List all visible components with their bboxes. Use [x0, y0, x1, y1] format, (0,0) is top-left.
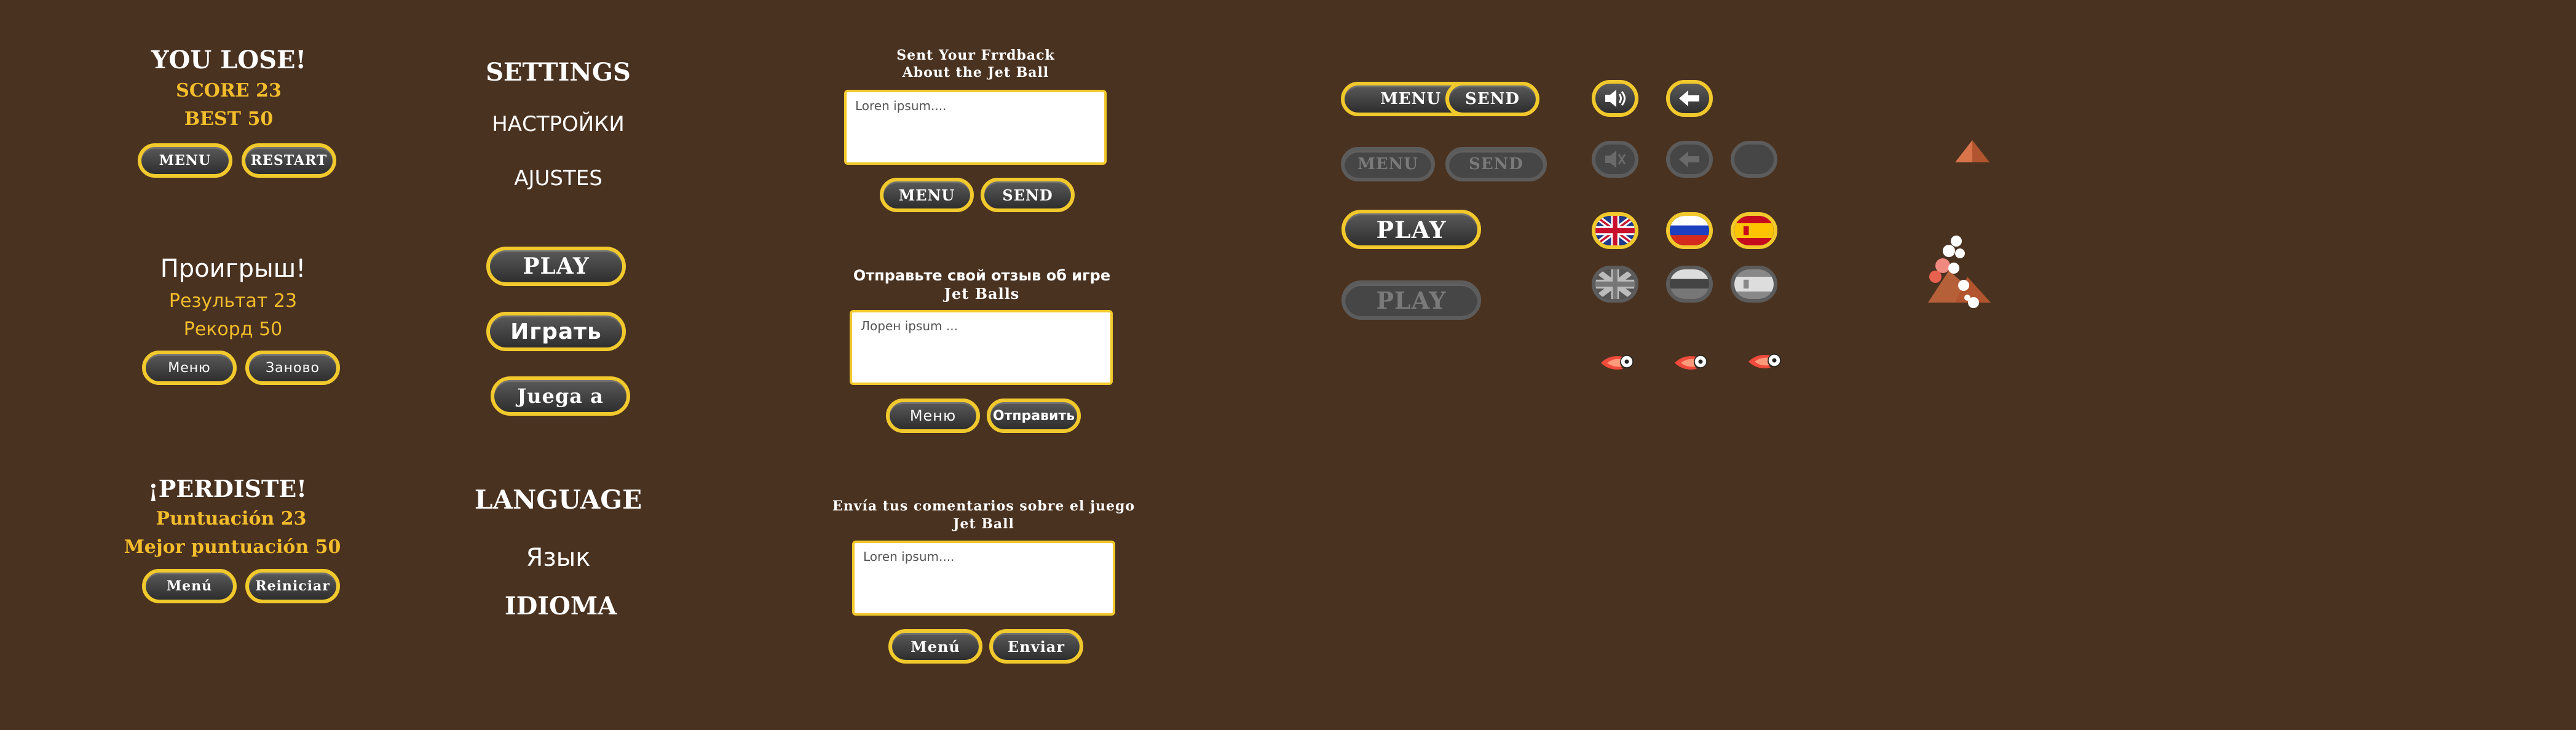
- send-button[interactable]: SEND: [1445, 82, 1539, 116]
- menu-button-disabled: MENU: [1341, 147, 1435, 181]
- feedback-title-line1: Sent Your Frrdback: [896, 47, 1055, 63]
- play-button-disabled: PLAY: [1341, 280, 1481, 320]
- settings-title-es: AJUSTES: [514, 166, 603, 191]
- flaming-soccer-ball-icon: [1601, 355, 1634, 370]
- lose-title: YOU LOSE!: [151, 46, 307, 74]
- feedback-title-line1: Отправьте свой отзыв об игре: [853, 267, 1111, 284]
- triangle-marker-icon: [1955, 140, 1989, 162]
- feedback-textarea[interactable]: Лорен ipsum ...: [850, 310, 1113, 385]
- play-button-ru[interactable]: Играть: [486, 312, 626, 351]
- language-title-ru: Язык: [526, 544, 591, 572]
- menu-button[interactable]: Menú: [888, 629, 982, 664]
- spain-flag-icon: [1734, 216, 1774, 245]
- language-title-en: LANGUAGE: [474, 485, 642, 515]
- lose-title: Проигрыш!: [160, 255, 306, 283]
- lang-en-button-disabled: [1592, 266, 1638, 303]
- settings-title-ru: НАСТРОЙКИ: [492, 112, 625, 137]
- feedback-title-line2: Jet Ball: [953, 516, 1014, 532]
- send-button[interactable]: Отправить: [987, 399, 1081, 433]
- play-button-es[interactable]: Juega a: [491, 376, 630, 416]
- arrow-left-icon: [1679, 151, 1699, 167]
- score-text: Puntuación 23: [156, 508, 307, 530]
- lang-es-button[interactable]: [1731, 212, 1777, 249]
- best-text: BEST 50: [184, 108, 274, 130]
- lose-title: ¡PERDISTE!: [148, 475, 307, 502]
- uk-flag-icon: [1595, 216, 1635, 245]
- restart-button[interactable]: RESTART: [242, 143, 336, 178]
- lang-ru-button[interactable]: [1666, 212, 1713, 249]
- send-button[interactable]: SEND: [981, 178, 1075, 212]
- sound-button-disabled: [1592, 141, 1638, 178]
- play-button-en[interactable]: PLAY: [486, 247, 626, 286]
- settings-title-en: SETTINGS: [486, 58, 631, 87]
- send-button[interactable]: Enviar: [989, 629, 1083, 664]
- menu-button[interactable]: MENU: [880, 178, 974, 212]
- spain-flag-icon: [1734, 269, 1774, 299]
- lang-ru-button-disabled: [1666, 266, 1713, 303]
- russia-flag-icon: [1670, 216, 1709, 245]
- uk-flag-icon: [1595, 269, 1635, 299]
- feedback-title-line2: About the Jet Ball: [902, 65, 1049, 81]
- restart-button[interactable]: Заново: [245, 351, 340, 385]
- score-text: Результат 23: [168, 290, 298, 312]
- menu-button[interactable]: Меню: [142, 351, 237, 385]
- play-button[interactable]: PLAY: [1341, 210, 1481, 249]
- arrow-left-icon: [1679, 90, 1699, 106]
- best-text: Mejor puntuación 50: [124, 536, 341, 558]
- russia-flag-icon: [1670, 269, 1709, 299]
- flaming-soccer-ball-icon: [1748, 354, 1781, 368]
- sound-button[interactable]: [1592, 80, 1638, 117]
- back-button[interactable]: [1666, 80, 1713, 117]
- menu-button[interactable]: Меню: [886, 399, 980, 433]
- sprite-cluster: [1928, 236, 1991, 308]
- menu-button[interactable]: Menú: [142, 569, 237, 603]
- best-text: Рекорд 50: [183, 319, 283, 340]
- lang-en-button[interactable]: [1592, 212, 1638, 249]
- menu-button[interactable]: MENU: [138, 143, 232, 178]
- flaming-soccer-ball-icon: [1675, 355, 1707, 370]
- speaker-muted-icon: [1605, 151, 1626, 168]
- feedback-textarea[interactable]: Loren ipsum....: [844, 90, 1107, 165]
- feedback-textarea[interactable]: Loren ipsum....: [852, 541, 1115, 616]
- speaker-icon: [1605, 90, 1626, 107]
- send-button-disabled: SEND: [1445, 147, 1547, 181]
- back-button-disabled: [1666, 141, 1713, 178]
- lang-es-button-disabled: [1731, 266, 1777, 303]
- language-title-es: IDIOMA: [504, 592, 617, 621]
- restart-button[interactable]: Reiniciar: [245, 569, 340, 603]
- feedback-title-line2: Jet Balls: [944, 285, 1020, 303]
- feedback-title-line1: Envía tus comentarios sobre el juego: [832, 498, 1136, 514]
- empty-button-disabled: [1731, 141, 1777, 178]
- score-text: SCORE 23: [176, 80, 282, 101]
